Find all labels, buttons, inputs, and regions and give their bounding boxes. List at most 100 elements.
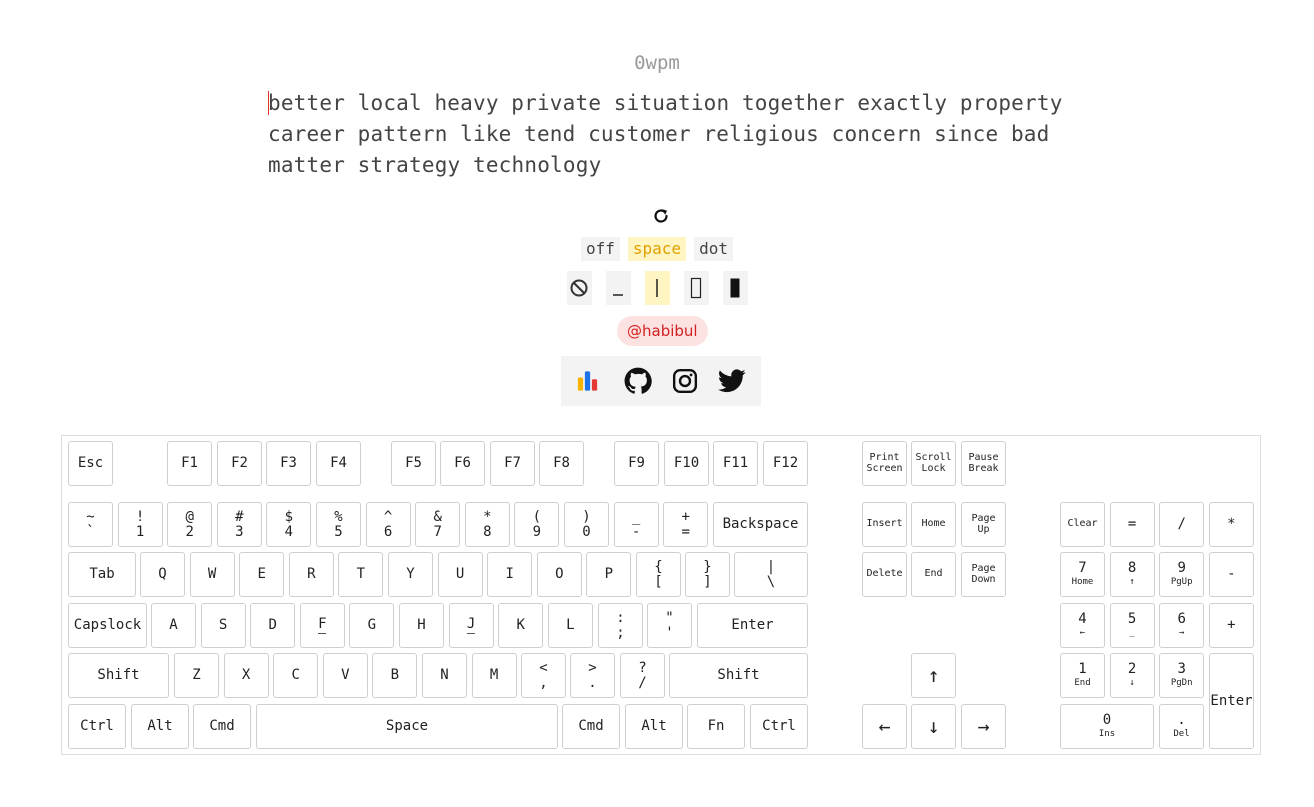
numpad-clear[interactable]: Clear xyxy=(1060,502,1105,547)
key-p[interactable]: P xyxy=(586,552,632,597)
key-pause-break[interactable]: Pause Break xyxy=(961,441,1006,486)
restart-icon[interactable] xyxy=(651,206,671,226)
key-esc[interactable]: Esc xyxy=(68,441,113,486)
key-z[interactable]: Z xyxy=(174,653,219,698)
key-capslock[interactable]: Capslock xyxy=(68,603,147,648)
key-arrow-right[interactable]: → xyxy=(961,704,1006,749)
key-9[interactable]: (9 xyxy=(514,502,560,547)
key-4[interactable]: $4 xyxy=(266,502,312,547)
key-f4[interactable]: F4 xyxy=(316,441,361,486)
key-c[interactable]: C xyxy=(273,653,319,698)
key-page-up[interactable]: Page Up xyxy=(961,502,1006,547)
key-left-cmd[interactable]: Cmd xyxy=(193,704,251,749)
key-a[interactable]: A xyxy=(151,603,196,648)
key-space[interactable]: Space xyxy=(256,704,558,749)
key-left-shift[interactable]: Shift xyxy=(68,653,169,698)
key-right-ctrl[interactable]: Ctrl xyxy=(750,704,808,749)
key-f3[interactable]: F3 xyxy=(266,441,311,486)
numpad-minus[interactable]: - xyxy=(1208,552,1254,597)
key-delete[interactable]: Delete xyxy=(862,552,907,597)
key-f2[interactable]: F2 xyxy=(217,441,262,486)
key-home[interactable]: Home xyxy=(911,502,956,547)
key-o[interactable]: O xyxy=(536,552,582,597)
stats-icon[interactable] xyxy=(577,367,605,395)
key-insert[interactable]: Insert xyxy=(862,502,907,547)
numpad-3[interactable]: 3 PgDn xyxy=(1159,653,1205,698)
key-enter[interactable]: Enter xyxy=(697,603,808,648)
numpad-8[interactable]: 8 ↑ xyxy=(1109,552,1155,597)
key-tab[interactable]: Tab xyxy=(68,552,136,597)
key-d[interactable]: D xyxy=(250,603,296,648)
key-semicolon[interactable]: :; xyxy=(598,603,643,648)
key-f10[interactable]: F10 xyxy=(664,441,709,486)
key-right-alt[interactable]: Alt xyxy=(625,704,683,749)
key-arrow-down[interactable]: ↓ xyxy=(911,704,956,749)
key-left-alt[interactable]: Alt xyxy=(131,704,189,749)
key-end[interactable]: End xyxy=(911,552,956,597)
key-backtick[interactable]: ~ ` xyxy=(68,502,113,547)
key-f[interactable]: F xyxy=(299,603,345,648)
key-fn[interactable]: Fn xyxy=(687,704,745,749)
key-j[interactable]: J xyxy=(448,603,494,648)
numpad-1[interactable]: 1 End xyxy=(1060,653,1105,698)
key-i[interactable]: I xyxy=(487,552,533,597)
key-left-ctrl[interactable]: Ctrl xyxy=(68,704,126,749)
key-h[interactable]: H xyxy=(399,603,444,648)
key-2[interactable]: @2 xyxy=(167,502,213,547)
key-b[interactable]: B xyxy=(372,653,418,698)
key-f12[interactable]: F12 xyxy=(763,441,808,486)
caret-none-button[interactable] xyxy=(566,271,592,305)
key-e[interactable]: E xyxy=(239,552,285,597)
key-equals[interactable]: + = xyxy=(663,502,709,547)
key-left-bracket[interactable]: {[ xyxy=(636,552,681,597)
key-slash[interactable]: ? / xyxy=(620,653,665,698)
key-f6[interactable]: F6 xyxy=(440,441,485,486)
caret-underline-button[interactable] xyxy=(605,271,631,305)
key-8[interactable]: * 8 xyxy=(464,502,510,547)
caret-block-button[interactable] xyxy=(722,271,748,305)
key-right-bracket[interactable]: }] xyxy=(685,552,730,597)
numpad-enter[interactable]: Enter xyxy=(1209,653,1254,749)
key-period[interactable]: >. xyxy=(570,653,615,698)
instagram-icon[interactable] xyxy=(671,367,699,395)
numpad-decimal[interactable]: . Del xyxy=(1159,704,1204,749)
key-u[interactable]: U xyxy=(437,552,483,597)
key-f7[interactable]: F7 xyxy=(490,441,535,486)
key-w[interactable]: W xyxy=(189,552,235,597)
key-n[interactable]: N xyxy=(422,653,467,698)
numpad-7[interactable]: 7 Home xyxy=(1060,552,1105,597)
caret-line-button[interactable] xyxy=(644,271,670,305)
key-g[interactable]: G xyxy=(349,603,395,648)
sound-option-dot[interactable]: dot xyxy=(694,237,733,261)
key-q[interactable]: Q xyxy=(140,552,185,597)
key-3[interactable]: #3 xyxy=(216,502,262,547)
author-handle-link[interactable]: @habibul xyxy=(617,316,708,346)
key-6[interactable]: ^ 6 xyxy=(365,502,411,547)
key-7[interactable]: & 7 xyxy=(415,502,461,547)
key-right-cmd[interactable]: Cmd xyxy=(562,704,620,749)
key-f8[interactable]: F8 xyxy=(539,441,584,486)
key-0[interactable]: ) 0 xyxy=(564,502,609,547)
key-l[interactable]: L xyxy=(547,603,593,648)
twitter-icon[interactable] xyxy=(717,367,746,395)
numpad-0[interactable]: 0 Ins xyxy=(1060,704,1154,749)
key-5[interactable]: % 5 xyxy=(316,502,361,547)
key-k[interactable]: K xyxy=(498,603,544,648)
github-icon[interactable] xyxy=(624,367,652,395)
numpad-4[interactable]: 4 ← xyxy=(1060,603,1105,648)
key-t[interactable]: T xyxy=(338,552,384,597)
key-r[interactable]: R xyxy=(288,552,334,597)
numpad-6[interactable]: 6 → xyxy=(1159,603,1205,648)
key-scroll-lock[interactable]: Scroll Lock xyxy=(911,441,956,486)
key-v[interactable]: V xyxy=(322,653,368,698)
key-print-screen[interactable]: Print Screen xyxy=(862,441,907,486)
key-m[interactable]: M xyxy=(471,653,517,698)
key-arrow-up[interactable]: ↑ xyxy=(911,653,956,698)
key-backslash[interactable]: | \ xyxy=(734,552,808,597)
sound-option-off[interactable]: off xyxy=(581,237,620,261)
key-f11[interactable]: F11 xyxy=(713,441,758,486)
caret-block-outline-button[interactable] xyxy=(683,271,709,305)
key-y[interactable]: Y xyxy=(388,552,433,597)
key-arrow-left[interactable]: ← xyxy=(862,704,907,749)
numpad-plus[interactable]: + xyxy=(1208,603,1254,648)
